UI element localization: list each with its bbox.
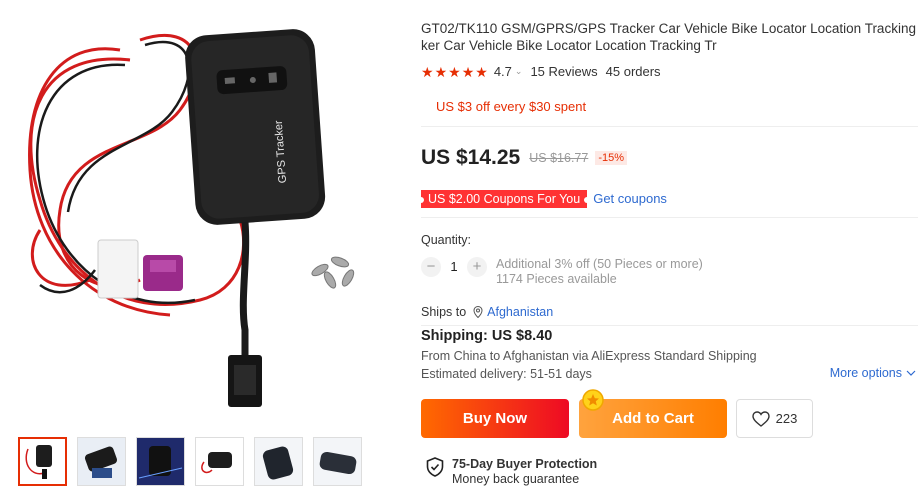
more-options-link[interactable]: More options xyxy=(830,366,916,380)
ships-to-country[interactable]: Afghanistan xyxy=(487,305,553,319)
wishlist-button[interactable]: 223 xyxy=(736,399,813,438)
buyer-protection-title: 75-Day Buyer Protection xyxy=(452,457,598,471)
shipping-route: From China to Afghanistan via AliExpress… xyxy=(421,349,757,363)
main-product-image[interactable]: GPS Tracker xyxy=(0,0,410,430)
quantity-increase-button[interactable]: + xyxy=(467,257,487,277)
heart-icon[interactable] xyxy=(751,410,770,427)
buyer-protection-text: 75-Day Buyer Protection Money back guara… xyxy=(452,457,597,487)
star-icon: ★ xyxy=(475,63,488,80)
thumbnail-5[interactable] xyxy=(254,437,303,486)
rating-value[interactable]: 4.7 xyxy=(494,64,512,79)
ships-to-row: Ships to Afghanistan xyxy=(421,302,918,326)
promo-banner: US $3 off every $30 spent xyxy=(421,93,918,127)
buyer-protection-subtitle: Money back guarantee xyxy=(452,472,580,486)
quantity-notes: Additional 3% off (50 Pieces or more) 11… xyxy=(496,257,703,287)
thumbnail-strip xyxy=(18,437,362,486)
product-title-line-2: ker Car Vehicle Bike Locator Location Tr… xyxy=(421,38,717,53)
star-icon: ★ xyxy=(421,63,434,80)
quantity-input[interactable]: 1 xyxy=(441,257,467,277)
product-title-line-1: GT02/TK110 GSM/GPRS/GPS Tracker Car Vehi… xyxy=(421,21,918,36)
bulk-discount-note: Additional 3% off (50 Pieces or more) xyxy=(496,257,703,271)
estimated-delivery: Estimated delivery: 51-51 days xyxy=(421,367,592,381)
chevron-down-icon[interactable] xyxy=(906,369,916,377)
wishlist-count[interactable]: 223 xyxy=(776,411,798,426)
quantity-stepper: − 1 + Additional 3% off (50 Pieces or mo… xyxy=(421,257,703,287)
shipping-cost: Shipping: US $8.40 xyxy=(421,328,553,344)
coupon-row: US $2.00 Coupons For You Get coupons xyxy=(417,184,918,218)
orders-count: 45 orders xyxy=(605,64,661,79)
ships-to-label: Ships to xyxy=(421,304,467,319)
store-promo-text: US $3 off every $30 spent xyxy=(436,99,587,114)
star-icon: ★ xyxy=(434,63,448,80)
quantity-decrease-button[interactable]: − xyxy=(421,257,441,277)
thumbnail-2[interactable] xyxy=(77,437,126,486)
star-icon: ★ xyxy=(461,63,475,80)
stock-available-note: 1174 Pieces available xyxy=(496,272,617,286)
price-row: US $14.25 US $16.77 -15% xyxy=(421,146,628,170)
get-coupons-link[interactable]: Get coupons xyxy=(593,191,667,206)
thumbnail-1[interactable] xyxy=(18,437,67,486)
thumbnail-3[interactable] xyxy=(136,437,185,486)
reviews-link[interactable]: 15 Reviews xyxy=(530,64,597,79)
buyer-protection[interactable]: 75-Day Buyer Protection Money back guara… xyxy=(426,457,597,487)
shield-check-icon xyxy=(426,457,444,477)
coupon-tag[interactable]: US $2.00 Coupons For You xyxy=(417,189,591,208)
location-pin-icon xyxy=(473,305,483,318)
coin-badge-icon xyxy=(582,389,604,411)
original-price: US $16.77 xyxy=(529,151,589,165)
more-options-label[interactable]: More options xyxy=(830,366,902,380)
thumbnail-4[interactable] xyxy=(195,437,244,486)
thumbnail-6[interactable] xyxy=(313,437,362,486)
rating-row: ★ ★ ★ ★ ★ 4.7 ⌄ 15 Reviews 45 orders xyxy=(421,64,661,79)
current-price: US $14.25 xyxy=(421,146,521,169)
buy-now-button[interactable]: Buy Now xyxy=(421,399,569,438)
chevron-down-icon[interactable]: ⌄ xyxy=(515,66,523,77)
quantity-label: Quantity: xyxy=(421,233,472,247)
star-icon: ★ xyxy=(448,63,461,80)
discount-badge: -15% xyxy=(595,151,628,165)
product-title: GT02/TK110 GSM/GPRS/GPS Tracker Car Vehi… xyxy=(421,20,918,54)
star-rating: ★ ★ ★ ★ ★ xyxy=(421,65,488,79)
